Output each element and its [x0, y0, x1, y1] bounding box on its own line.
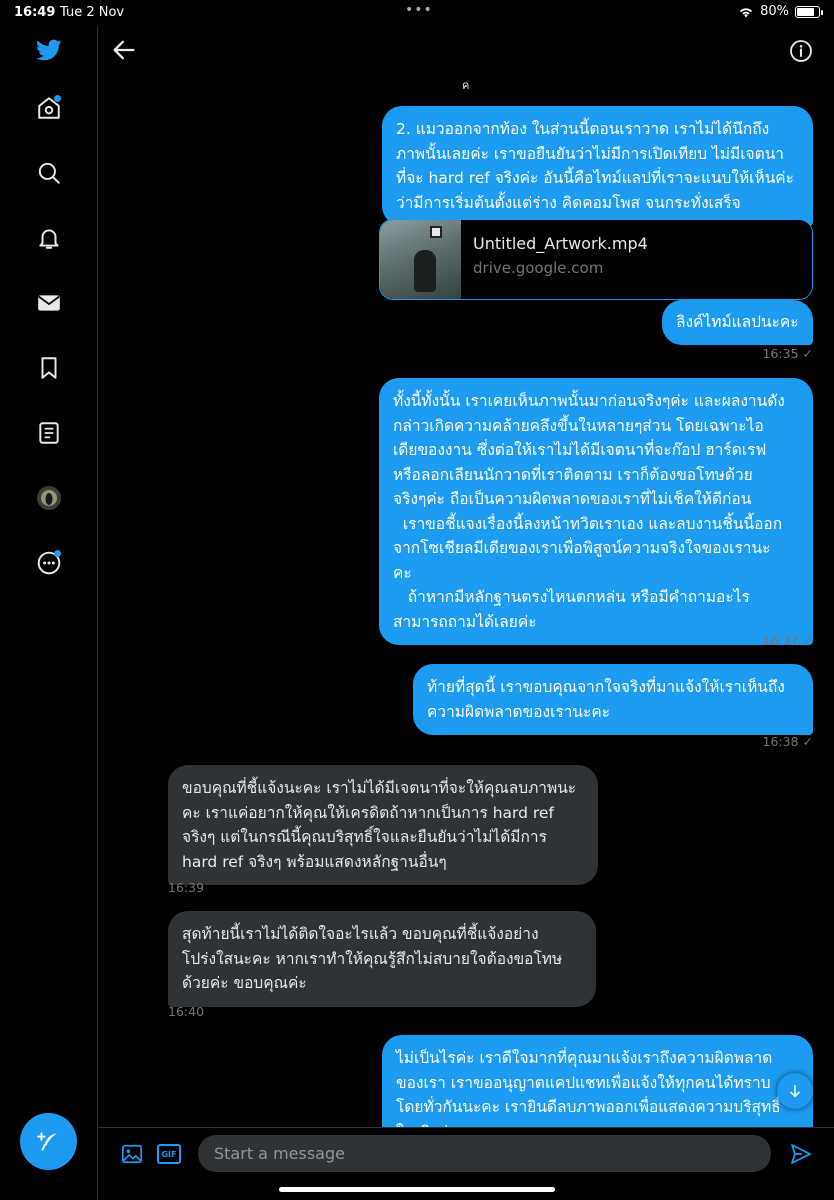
sidebar-item-profile[interactable]: [31, 480, 67, 516]
message-text-line: จริงๆ แต่ในกรณีนี้คุณบริสุทธิ์ใจและยืนยั…: [182, 828, 547, 846]
message-text-line: ใจจริงค่ะ: [396, 1120, 799, 1128]
compose-tweet-button[interactable]: [20, 1113, 77, 1170]
multitasking-dots-icon[interactable]: •••: [405, 2, 433, 18]
message-bubble-sent[interactable]: ทั้งนี้ทั้งนั้น เราเคยเห็นภาพนั้นมาก่อนจ…: [379, 378, 813, 645]
twitter-logo-icon[interactable]: [31, 32, 67, 68]
link-title: Untitled_Artwork.mp4: [473, 234, 648, 253]
sidebar-item-messages[interactable]: [31, 285, 67, 321]
feather-plus-icon: [36, 1131, 57, 1151]
status-time: 16:49: [14, 5, 56, 20]
message-timestamp: 16:38 ✓: [762, 734, 813, 749]
message-text-line: โดยทั่วกันนะคะ เรายินดีลบภาพออกเพื่อแสดง…: [396, 1098, 781, 1116]
sidebar-item-home[interactable]: [31, 90, 67, 126]
gif-button[interactable]: GIF: [157, 1144, 181, 1164]
message-text-line: กล่าวเกิดความคล้ายคลึงขึ้นในหลายๆส่วน โด…: [393, 416, 764, 435]
send-icon[interactable]: [789, 1142, 813, 1166]
message-text-line: hard ref จริงๆ พร้อมแสดงหลักฐานอื่นๆ: [182, 852, 447, 871]
message-text-line: คะ เราแค่อยากให้คุณให้เครดิตถ้าหากเป็นกา…: [182, 803, 554, 822]
message-text-line: ขอบคุณที่ชี้แจ้งนะคะ เราไม่ได้มีเจตนาที่…: [182, 779, 577, 797]
image-icon[interactable]: [121, 1143, 143, 1165]
search-icon: [38, 162, 60, 184]
message-text-line: ที่จะ hard ref จริงค่ะ อันนี้คือไทม์แลปท…: [396, 169, 794, 187]
conversation-info-icon[interactable]: [789, 39, 813, 63]
wifi-icon: [739, 7, 753, 17]
more-notification-dot: [54, 550, 61, 557]
message-text-line: ด้วยค่ะ ขอบคุณค่ะ: [182, 974, 307, 992]
status-date: Tue 2 Nov: [60, 5, 125, 20]
message-text-line: ภาพนั้นเลยค่ะ เราขอยืนยันว่าไม่มีการเปิด…: [396, 144, 785, 163]
sidebar-item-bookmarks[interactable]: [31, 350, 67, 386]
message-text-line: ว่ามีการเริ่มต้นตั้งแต่ร่าง คิดคอมโพส จน…: [396, 193, 741, 212]
twitter-bird-icon: [36, 39, 62, 61]
sidebar-item-more[interactable]: [31, 545, 67, 581]
message-bubble-received[interactable]: สุดท้ายนี้เราไม่ได้ติดใจอะไรแล้ว ขอบคุณท…: [168, 911, 596, 1007]
message-text-line: เดียของงาน ซึ่งต่อให้เราไม่ได้มีเจตนาที่…: [393, 441, 767, 459]
message-text-line: จริงๆค่ะ ถือเป็นความผิดพลาดของเราที่ไม่เ…: [393, 490, 752, 508]
bookmark-icon: [41, 357, 57, 379]
message-text-line: จากโซเชียลมีเดียของเราเพื่อพิสูจน์ความจร…: [393, 539, 771, 557]
home-indicator: [279, 1187, 555, 1192]
list-icon: [39, 422, 59, 444]
stray-character: ค: [462, 79, 470, 92]
message-text-line: ของเรา เราขออนุญาตแคปแชทเพื่อแจ้งให้ทุกค…: [396, 1073, 771, 1092]
bell-icon: [39, 229, 59, 249]
sidebar-item-explore[interactable]: [31, 155, 67, 191]
message-bubble-sent[interactable]: 2. แมวออกจากท้อง ในส่วนนี้ตอนเราวาด เราไ…: [382, 106, 813, 226]
link-preview-card[interactable]: Untitled_Artwork.mp4 drive.google.com: [379, 219, 813, 300]
message-text-line: สุดท้ายนี้เราไม่ได้ติดใจอะไรแล้ว ขอบคุณท…: [182, 925, 539, 943]
message-text-line: ไม่เป็นไรค่ะ เราดีใจมากที่คุณมาแจ้งเราถึ…: [396, 1049, 773, 1067]
message-text-line: ลิงค์ไทม์แลปนะคะ: [676, 313, 799, 331]
scroll-to-bottom-button[interactable]: [777, 1073, 813, 1109]
message-timestamp: 16:40: [168, 1004, 205, 1019]
message-timestamp: 16:35 ✓: [762, 346, 813, 361]
message-text-line: ความผิดพลาดของเรานะคะ: [427, 702, 611, 721]
envelope-icon: [38, 295, 60, 311]
message-text-line: ถ้าหากมีหลักฐานตรงไหนตกหล่น หรือมีคำถามอ…: [393, 588, 750, 606]
message-bubble-received[interactable]: ขอบคุณที่ชี้แจ้งนะคะ เราไม่ได้มีเจตนาที่…: [168, 765, 598, 885]
home-notification-dot: [54, 95, 61, 102]
back-arrow-icon[interactable]: [110, 36, 138, 64]
message-bubble-sent[interactable]: ลิงค์ไทม์แลปนะคะ: [662, 300, 813, 345]
battery-level: [797, 7, 814, 16]
video-thumbnail: [380, 220, 461, 299]
avatar: [37, 486, 61, 510]
arrow-down-icon: [790, 1084, 800, 1098]
message-text-line: สามารถถามได้เลยค่ะ: [393, 612, 537, 631]
message-text-line: หรือลอกเลียนนักวาดที่เราติดตาม เราก็ต้อง…: [393, 465, 753, 484]
message-input[interactable]: [198, 1135, 771, 1172]
message-bubble-sent[interactable]: ท้ายที่สุดนี้ เราขอบคุณจากใจจริงที่มาแจ้…: [413, 664, 813, 735]
battery-icon: [795, 5, 823, 18]
link-domain: drive.google.com: [473, 259, 604, 277]
message-timestamp: 16:39: [168, 880, 205, 895]
message-text-line: 2. แมวออกจากท้อง ในส่วนนี้ตอนเราวาด เราไ…: [396, 120, 770, 138]
sidebar-item-notifications[interactable]: [31, 220, 67, 256]
battery-percent: 80%: [760, 4, 789, 19]
message-text-line: เราขอชี้แจงเรื่องนี้ลงหน้าทวิตเราเอง และ…: [393, 514, 783, 533]
status-indicators: 80%: [738, 4, 823, 19]
sidebar-item-lists[interactable]: [31, 415, 67, 451]
sidebar: [0, 26, 98, 1200]
message-text-line: ท้ายที่สุดนี้ เราขอบคุณจากใจจริงที่มาแจ้…: [427, 678, 785, 696]
message-bubble-sent[interactable]: ไม่เป็นไรค่ะ เราดีใจมากที่คุณมาแจ้งเราถึ…: [382, 1035, 813, 1127]
message-text-line: โปร่งใสนะคะ หากเราทำให้คุณรู้สึกไม่สบายใ…: [182, 949, 563, 968]
message-text-line: คะ: [393, 563, 412, 582]
status-bar: 16:49 Tue 2 Nov ••• 80%: [0, 0, 834, 26]
message-text-line: ทั้งนี้ทั้งนั้น เราเคยเห็นภาพนั้นมาก่อนจ…: [393, 392, 785, 410]
message-timestamp: 16:37 ✓: [762, 633, 813, 648]
